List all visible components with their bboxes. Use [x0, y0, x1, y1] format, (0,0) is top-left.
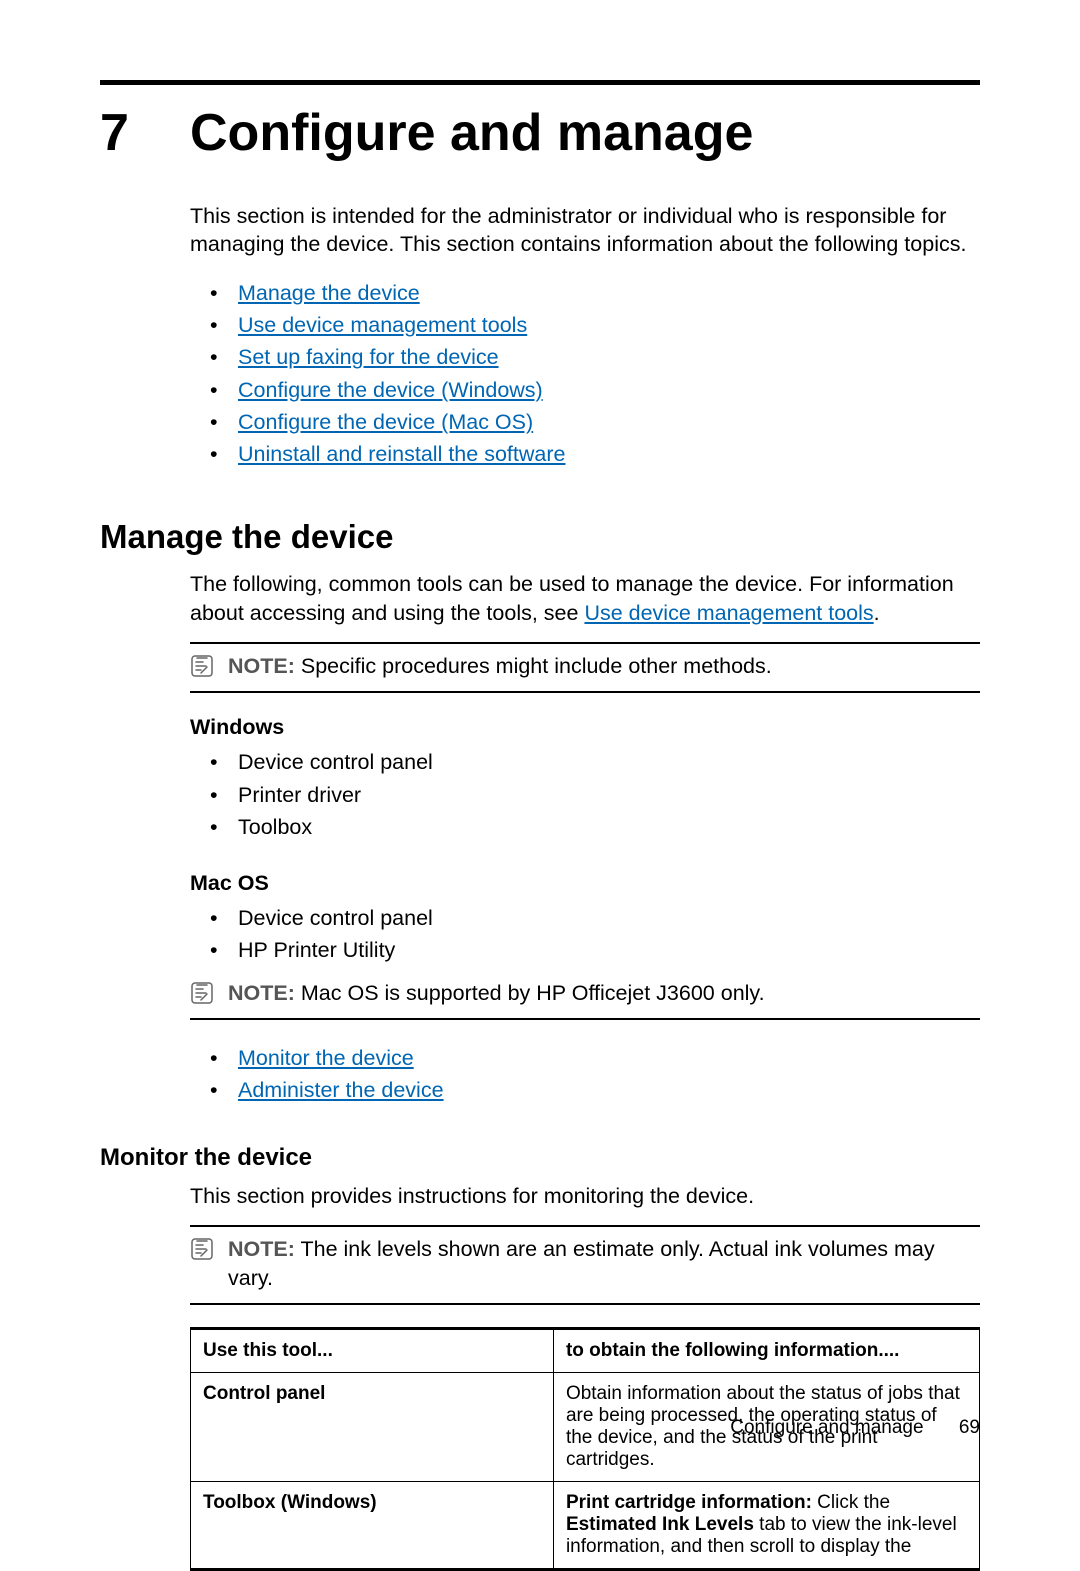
macos-list: Device control panel HP Printer Utility: [190, 902, 980, 967]
section-heading-manage: Manage the device: [100, 518, 980, 556]
note-icon: [190, 979, 216, 1005]
sublink-list: Monitor the device Administer the device: [190, 1042, 980, 1107]
page-footer: Configure and manage 69: [730, 1417, 980, 1439]
link-monitor[interactable]: Monitor the device: [238, 1046, 414, 1070]
note-text-3: NOTE: The ink levels shown are an estima…: [228, 1235, 980, 1293]
toc-link-macos[interactable]: Configure the device (Mac OS): [238, 410, 533, 434]
toc-link-uninstall[interactable]: Uninstall and reinstall the software: [238, 442, 565, 466]
page-number: 69: [959, 1417, 980, 1438]
cell-info-2-t1: Click the: [812, 1492, 890, 1513]
chapter-number: 7: [100, 103, 190, 163]
manage-para: The following, common tools can be used …: [190, 570, 980, 628]
note-text-2: NOTE: Mac OS is supported by HP Officeje…: [228, 979, 765, 1008]
list-item: Printer driver: [210, 779, 980, 811]
list-item: HP Printer Utility: [210, 934, 980, 966]
note-body-1: Specific procedures might include other …: [301, 654, 772, 678]
list-item: Toolbox: [210, 811, 980, 843]
note-block-2: NOTE: Mac OS is supported by HP Officeje…: [190, 971, 980, 1020]
toc-link-manage[interactable]: Manage the device: [238, 281, 420, 305]
windows-heading: Windows: [190, 715, 980, 740]
chapter-title: Configure and manage: [190, 103, 753, 163]
top-rule: [100, 80, 980, 85]
note-icon: [190, 652, 216, 678]
intro-text: This section is intended for the adminis…: [190, 203, 980, 259]
note-text-1: NOTE: Specific procedures might include …: [228, 652, 772, 681]
list-item: Device control panel: [210, 746, 980, 778]
toc-link-windows[interactable]: Configure the device (Windows): [238, 378, 543, 402]
table-header-row: Use this tool... to obtain the following…: [191, 1329, 980, 1373]
list-item: Device control panel: [210, 902, 980, 934]
cell-tool-1: Control panel: [203, 1383, 325, 1404]
note-block-1: NOTE: Specific procedures might include …: [190, 642, 980, 693]
subsection-heading-monitor: Monitor the device: [100, 1144, 980, 1172]
footer-label: Configure and manage: [730, 1417, 923, 1438]
note-label-3: NOTE:: [228, 1237, 295, 1261]
windows-list: Device control panel Printer driver Tool…: [190, 746, 980, 843]
note-label-2: NOTE:: [228, 981, 295, 1005]
manage-para-suffix: .: [874, 601, 880, 625]
monitor-para: This section provides instructions for m…: [190, 1182, 980, 1211]
monitor-table: Use this tool... to obtain the following…: [190, 1327, 980, 1571]
note-block-3: NOTE: The ink levels shown are an estima…: [190, 1225, 980, 1305]
note-label-1: NOTE:: [228, 654, 295, 678]
note-body-2: Mac OS is supported by HP Officejet J360…: [301, 981, 765, 1005]
table-header-tool: Use this tool...: [191, 1329, 554, 1373]
chapter-header: 7 Configure and manage: [100, 103, 980, 163]
note-body-3: The ink levels shown are an estimate onl…: [228, 1237, 935, 1290]
cell-tool-2: Toolbox (Windows): [203, 1492, 377, 1513]
cell-info-2-b1: Print cartridge information:: [566, 1492, 812, 1513]
chapter-toc: Manage the device Use device management …: [190, 277, 980, 471]
table-header-info: to obtain the following information....: [553, 1329, 979, 1373]
toc-link-fax[interactable]: Set up faxing for the device: [238, 345, 499, 369]
cell-info-2-b2: Estimated Ink Levels: [566, 1514, 754, 1535]
toc-link-tools[interactable]: Use device management tools: [238, 313, 527, 337]
note-icon: [190, 1235, 216, 1261]
link-administer[interactable]: Administer the device: [238, 1078, 444, 1102]
macos-heading: Mac OS: [190, 871, 980, 896]
link-use-tools-inline[interactable]: Use device management tools: [584, 601, 873, 625]
